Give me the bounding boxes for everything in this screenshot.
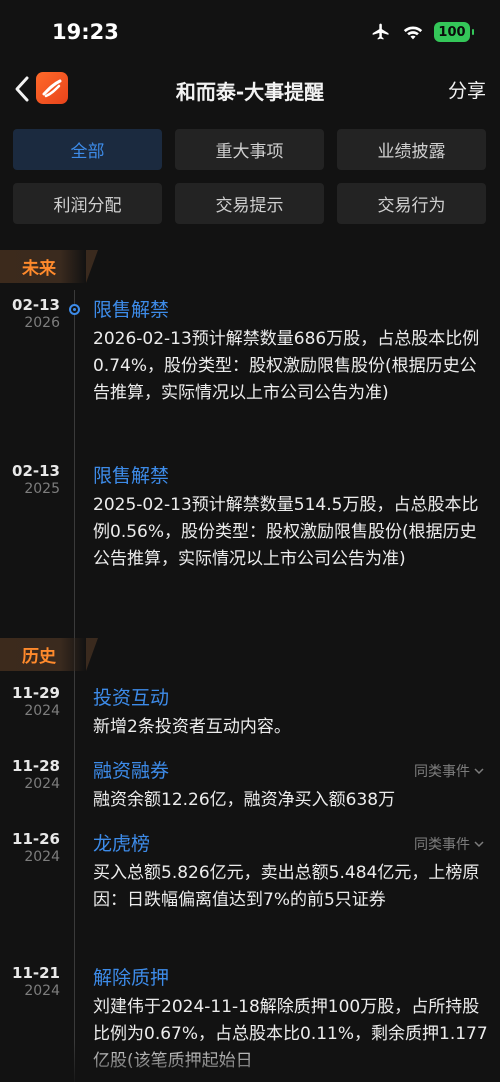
timeline-line: [74, 290, 75, 1082]
nav-bar: 和而泰-大事提醒 分享: [0, 64, 500, 114]
battery-icon: 100: [434, 22, 474, 42]
event-body: 融资余额12.26亿，融资净买入额638万: [93, 790, 396, 810]
event-title[interactable]: 融资融券: [93, 756, 169, 783]
similar-events-button[interactable]: 同类事件: [414, 834, 484, 854]
event-year: 2026: [24, 315, 60, 331]
event-title[interactable]: 解除质押: [93, 963, 169, 990]
event-title[interactable]: 投资互动: [93, 683, 169, 710]
section-history: 历史: [0, 638, 98, 671]
event-year: 2024: [24, 849, 60, 865]
filter-tabs: 全部 重大事项 业绩披露 利润分配 交易提示 交易行为: [13, 129, 488, 237]
event-title[interactable]: 限售解禁: [93, 295, 169, 322]
event-date: 11-28: [12, 757, 60, 775]
filter-major-events[interactable]: 重大事项: [175, 129, 324, 170]
chevron-down-icon: [474, 768, 484, 775]
similar-events-label: 同类事件: [414, 837, 470, 853]
event-title[interactable]: 龙虎榜: [93, 829, 150, 856]
filter-trading-tips[interactable]: 交易提示: [175, 183, 324, 224]
filter-trading-behavior[interactable]: 交易行为: [337, 183, 486, 224]
similar-events-label: 同类事件: [414, 764, 470, 780]
filter-profit-distribution[interactable]: 利润分配: [13, 183, 162, 224]
event-body: 新增2条投资者互动内容。: [93, 717, 291, 737]
airplane-icon: [372, 23, 389, 40]
status-time: 19:23: [52, 20, 119, 44]
event-body: 2026-02-13预计解禁数量686万股，占总股本比例0.74%，股份类型：股…: [93, 329, 480, 403]
event-date: 11-26: [12, 830, 60, 848]
event-date: 11-29: [12, 684, 60, 702]
event-year: 2024: [24, 983, 60, 999]
event-year: 2024: [24, 703, 60, 719]
event-body: 2025-02-13预计解禁数量514.5万股，占总股本比例0.56%，股份类型…: [93, 495, 479, 569]
wifi-icon: [403, 26, 423, 40]
page-title: 和而泰-大事提醒: [175, 80, 325, 104]
similar-events-button[interactable]: 同类事件: [414, 761, 484, 781]
filter-earnings[interactable]: 业绩披露: [337, 129, 486, 170]
event-body: 买入总额5.826亿元，卖出总额5.484亿元，上榜原因：日跌幅偏离值达到7%的…: [93, 863, 480, 910]
event-date: 02-13: [12, 462, 60, 480]
share-button[interactable]: 分享: [448, 76, 486, 103]
event-year: 2025: [24, 481, 60, 497]
event-title[interactable]: 限售解禁: [93, 461, 169, 488]
event-date: 02-13: [12, 296, 60, 314]
filter-all[interactable]: 全部: [13, 129, 162, 170]
section-future: 未来: [0, 250, 98, 283]
status-icons: 100: [370, 22, 474, 42]
status-bar: 19:23 100: [0, 0, 500, 64]
event-date: 11-21: [12, 964, 60, 982]
timeline-dot: [69, 304, 80, 315]
bottom-fade: [0, 1042, 500, 1082]
chevron-down-icon: [474, 841, 484, 848]
event-year: 2024: [24, 776, 60, 792]
